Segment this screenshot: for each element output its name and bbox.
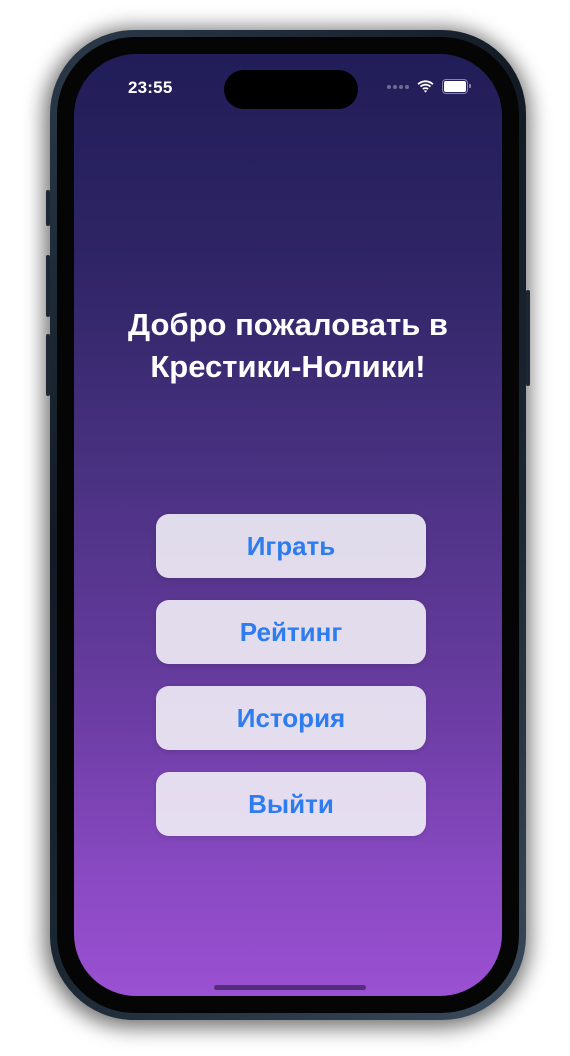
power-button bbox=[526, 290, 530, 386]
signal-dots-icon bbox=[387, 84, 409, 89]
dynamic-island bbox=[224, 70, 358, 109]
exit-button[interactable]: Выйти bbox=[156, 772, 426, 836]
app-screen: 23:55 Добро пожаловать в Крестики-Нолики… bbox=[74, 54, 502, 996]
status-icons bbox=[387, 79, 471, 94]
status-time: 23:55 bbox=[128, 78, 173, 97]
history-button[interactable]: История bbox=[156, 686, 426, 750]
rating-button[interactable]: Рейтинг bbox=[156, 600, 426, 664]
wifi-icon bbox=[417, 80, 434, 93]
welcome-title: Добро пожаловать в Крестики-Нолики! bbox=[128, 307, 448, 384]
play-button[interactable]: Играть bbox=[156, 514, 426, 578]
main-menu: Играть Рейтинг История Выйти bbox=[156, 514, 426, 858]
home-indicator[interactable] bbox=[214, 985, 366, 990]
battery-icon bbox=[442, 79, 471, 94]
volume-down-button bbox=[46, 334, 50, 396]
volume-up-button bbox=[46, 255, 50, 317]
stage: 23:55 Добро пожаловать в Крестики-Нолики… bbox=[0, 0, 570, 1056]
action-button bbox=[46, 190, 50, 226]
